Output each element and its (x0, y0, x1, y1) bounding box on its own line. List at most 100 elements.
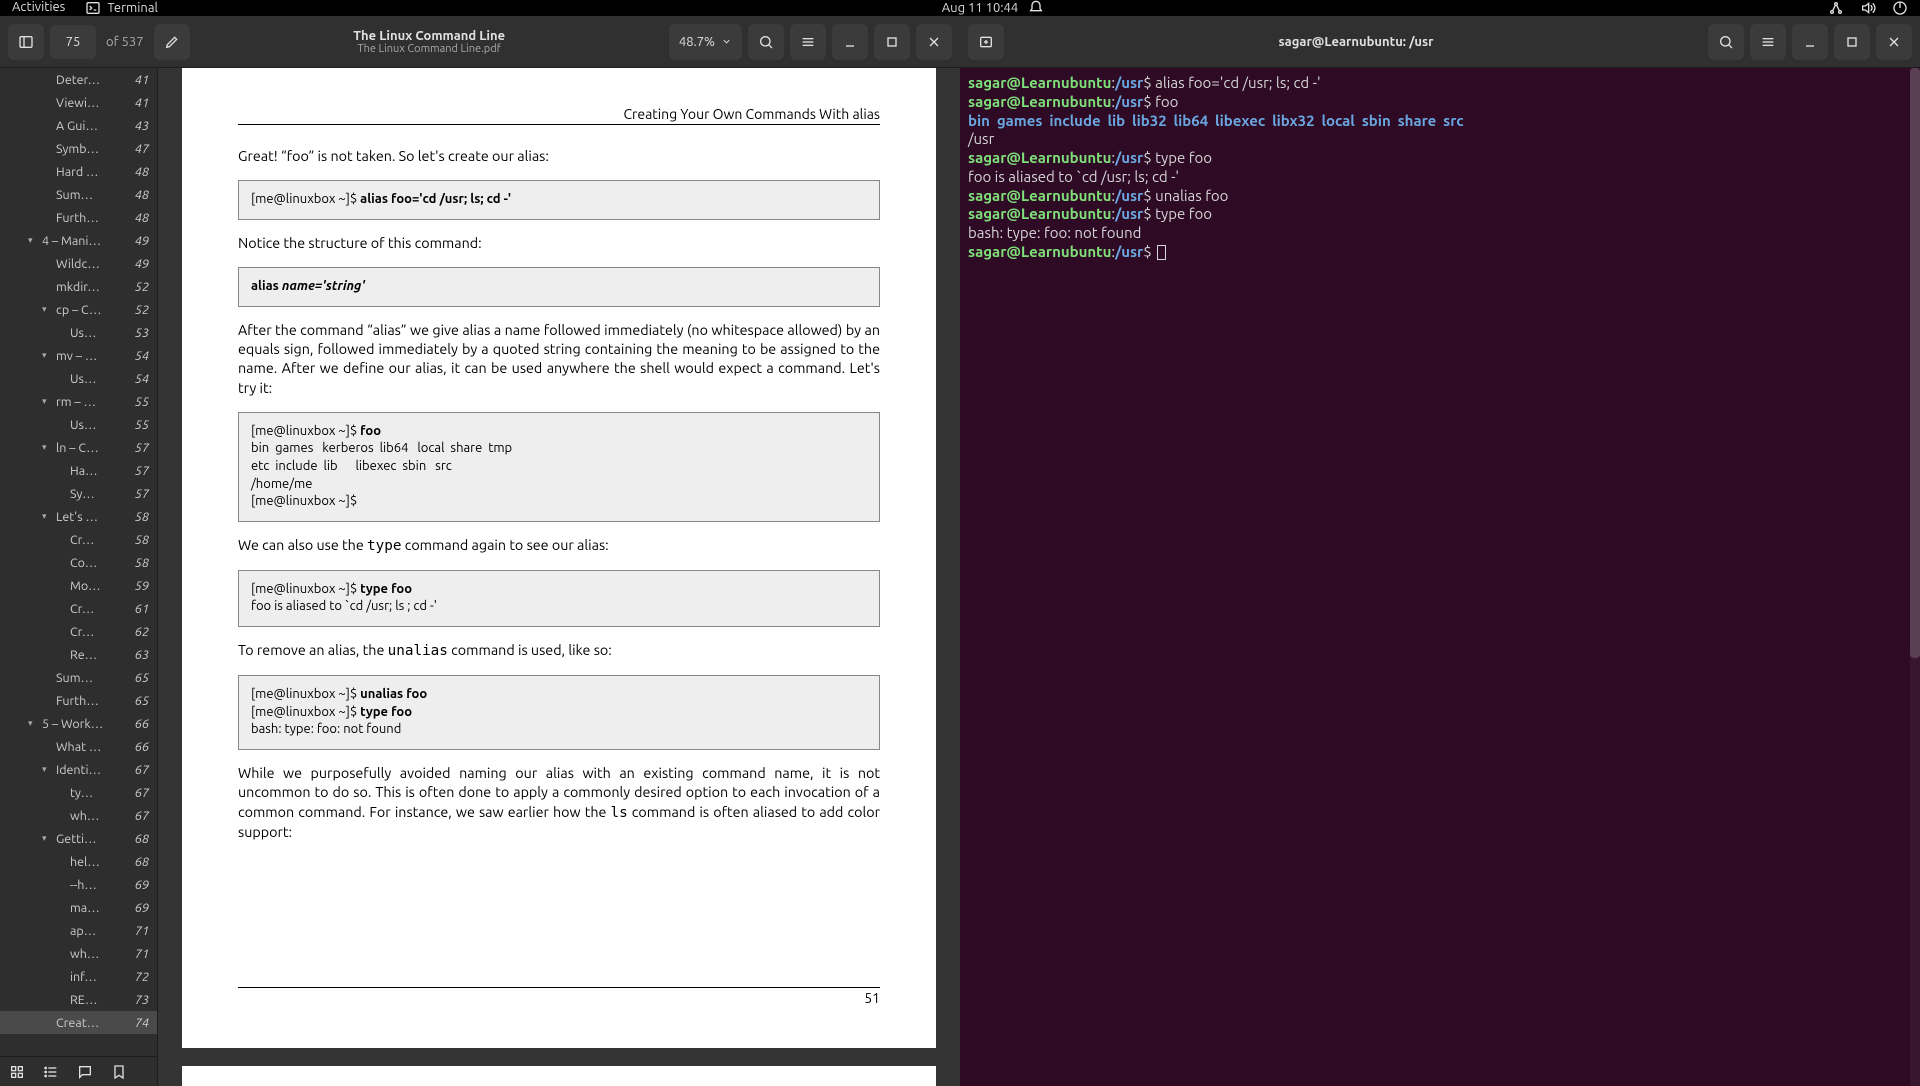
outline-page: 47 (131, 142, 149, 156)
outline-label: wh… (70, 947, 131, 961)
current-app-label: Terminal (107, 1, 158, 15)
outline-item[interactable]: A Gui…43 (0, 114, 157, 137)
annotate-button[interactable] (154, 24, 190, 60)
outline-label: Creat… (56, 1016, 131, 1030)
outline-item[interactable]: ▾Identi…67 (0, 758, 157, 781)
maximize-button[interactable] (1834, 24, 1870, 60)
terminal-scrollbar[interactable] (1910, 68, 1920, 1086)
outline-page: 57 (131, 487, 149, 501)
outline-label: Wildc… (56, 257, 131, 271)
outline-page: 65 (131, 694, 149, 708)
outline-item[interactable]: Wildc…49 (0, 252, 157, 275)
outline-label: Viewi… (56, 96, 131, 110)
terminal-body[interactable]: sagar@Learnubuntu:/usr$ alias foo='cd /u… (960, 68, 1920, 1086)
outline-item[interactable]: Viewi…41 (0, 91, 157, 114)
bookmarks-view-button[interactable] (102, 1057, 136, 1086)
close-button[interactable] (916, 24, 952, 60)
outline-item[interactable]: ▾Getti…68 (0, 827, 157, 850)
outline-item[interactable]: Deter…41 (0, 68, 157, 91)
outline-item[interactable]: Co…58 (0, 551, 157, 574)
search-button[interactable] (748, 24, 784, 60)
volume-icon[interactable] (1860, 0, 1876, 16)
outline-page: 68 (131, 855, 149, 869)
outline-label: Re… (70, 648, 131, 662)
side-pane-toggle[interactable] (8, 24, 44, 60)
outline-item[interactable]: Cr…58 (0, 528, 157, 551)
outline-item[interactable]: wh…71 (0, 942, 157, 965)
code-block: [me@linuxbox ~]$ unalias foo [me@linuxbo… (238, 675, 880, 750)
outline-item[interactable]: ▾mv – …54 (0, 344, 157, 367)
outline-item[interactable]: mkdir…52 (0, 275, 157, 298)
minimize-button[interactable] (1792, 24, 1828, 60)
outline-item[interactable]: Mo…59 (0, 574, 157, 597)
code-block: [me@linuxbox ~]$ foo bin games kerberos … (238, 412, 880, 522)
outline-label: hel… (70, 855, 131, 869)
outline-item[interactable]: ▾4 – Mani…49 (0, 229, 157, 252)
outline-item[interactable]: ▾cp – C…52 (0, 298, 157, 321)
outline-item[interactable]: ▾ln – C…57 (0, 436, 157, 459)
activities-button[interactable]: Activities (12, 0, 65, 16)
expand-icon: ▾ (28, 235, 42, 246)
outline-page: 65 (131, 671, 149, 685)
annotations-view-button[interactable] (68, 1057, 102, 1086)
power-icon[interactable] (1892, 0, 1908, 16)
outline-item[interactable]: ▾5 – Work…66 (0, 712, 157, 735)
menu-button[interactable] (790, 24, 826, 60)
notification-icon[interactable] (1028, 0, 1044, 16)
maximize-button[interactable] (874, 24, 910, 60)
pdf-title: The Linux Command Line (196, 29, 663, 43)
outline-item[interactable]: ty…67 (0, 781, 157, 804)
outline-item[interactable]: ap…71 (0, 919, 157, 942)
clock[interactable]: Aug 11 10:44 (942, 1, 1019, 15)
outline-item[interactable]: Cr…62 (0, 620, 157, 643)
outline-item[interactable]: Furth…48 (0, 206, 157, 229)
outline-item[interactable]: Re…63 (0, 643, 157, 666)
pdf-header-bar: of 537 The Linux Command Line The Linux … (0, 16, 960, 68)
outline-list[interactable]: Deter…41Viewi…41A Gui…43Symb…47Hard …48S… (0, 68, 157, 1056)
outline-page: 63 (131, 648, 149, 662)
outline-item[interactable]: ▾rm – …55 (0, 390, 157, 413)
scrollbar-thumb[interactable] (1910, 68, 1920, 658)
outline-item[interactable]: hel…68 (0, 850, 157, 873)
outline-item[interactable]: Sum…48 (0, 183, 157, 206)
outline-label: rm – … (56, 395, 131, 409)
new-tab-button[interactable] (968, 24, 1004, 60)
expand-icon: ▾ (42, 304, 56, 315)
outline-item[interactable]: --h…69 (0, 873, 157, 896)
outline-item[interactable]: Creat…74 (0, 1011, 157, 1034)
outline-item[interactable]: Sy…57 (0, 482, 157, 505)
zoom-dropdown[interactable]: 48.7% (669, 24, 742, 60)
outline-item[interactable]: Furth…65 (0, 689, 157, 712)
outline-item[interactable]: Sum…65 (0, 666, 157, 689)
page-number-input[interactable] (50, 25, 96, 59)
outline-item[interactable]: wh…67 (0, 804, 157, 827)
outline-view-button[interactable] (34, 1057, 68, 1086)
pdf-outline-panel: Deter…41Viewi…41A Gui…43Symb…47Hard …48S… (0, 68, 158, 1086)
network-icon[interactable] (1828, 0, 1844, 16)
pdf-page-area[interactable]: Creating Your Own Commands With alias Gr… (158, 68, 960, 1086)
outline-item[interactable]: Us…55 (0, 413, 157, 436)
outline-item[interactable]: Hard …48 (0, 160, 157, 183)
outline-item[interactable]: Us…54 (0, 367, 157, 390)
page-number: 51 (238, 987, 880, 1006)
outline-label: Hard … (56, 165, 131, 179)
minimize-button[interactable] (832, 24, 868, 60)
outline-page: 71 (131, 947, 149, 961)
outline-item[interactable]: ma…69 (0, 896, 157, 919)
close-button[interactable] (1876, 24, 1912, 60)
thumbnails-view-button[interactable] (0, 1057, 34, 1086)
outline-page: 66 (131, 717, 149, 731)
outline-item[interactable]: inf…72 (0, 965, 157, 988)
outline-item[interactable]: ▾Let's …58 (0, 505, 157, 528)
outline-item[interactable]: RE…73 (0, 988, 157, 1011)
outline-page: 57 (131, 441, 149, 455)
outline-label: Sy… (70, 487, 131, 501)
outline-item[interactable]: Symb…47 (0, 137, 157, 160)
outline-item[interactable]: Cr…61 (0, 597, 157, 620)
current-app[interactable]: Terminal (85, 0, 158, 16)
search-button[interactable] (1708, 24, 1744, 60)
outline-item[interactable]: What …66 (0, 735, 157, 758)
outline-item[interactable]: Ha…57 (0, 459, 157, 482)
outline-item[interactable]: Us…53 (0, 321, 157, 344)
menu-button[interactable] (1750, 24, 1786, 60)
